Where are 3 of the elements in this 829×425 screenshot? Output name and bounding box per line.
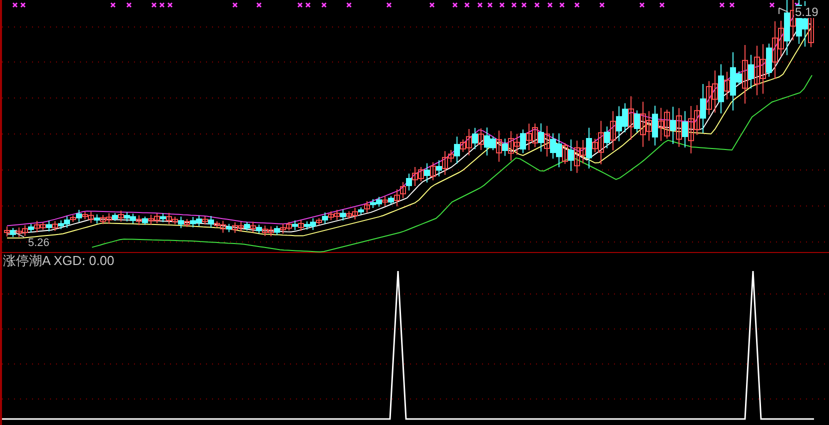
low-price-label: 5.26 bbox=[27, 238, 50, 249]
indicator-title: 涨停潮A XGD: 0.00 bbox=[3, 254, 114, 267]
high-price-label: 5.19 bbox=[794, 6, 820, 18]
